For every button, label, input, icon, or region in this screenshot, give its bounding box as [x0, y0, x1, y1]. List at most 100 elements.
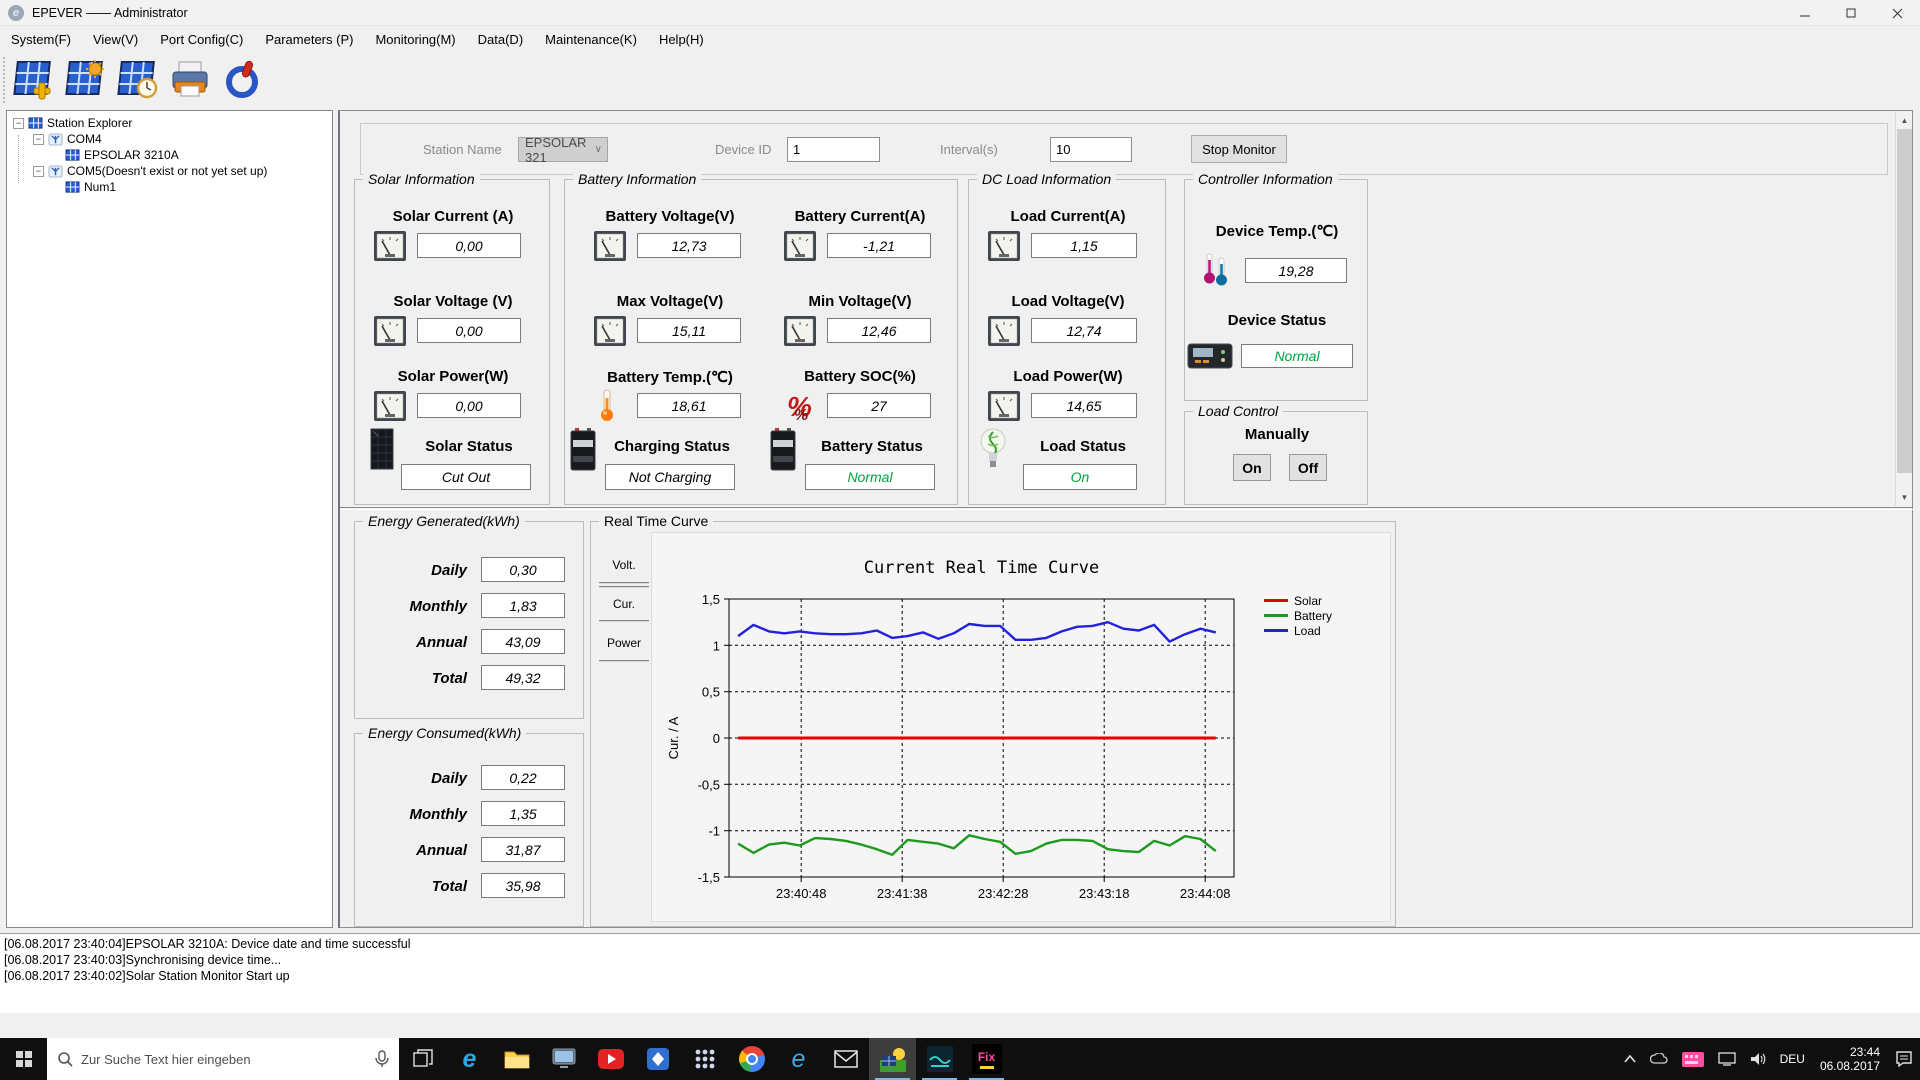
minimize-button[interactable] [1782, 0, 1828, 26]
menu-system[interactable]: System(F) [0, 26, 82, 52]
maximize-button[interactable] [1828, 0, 1874, 26]
svg-text:0: 0 [713, 731, 720, 746]
device-monitor-region: Station Name EPSOLAR 321 ∨ Device ID 1 In… [340, 111, 1913, 507]
solar-voltage-label: Solar Voltage (V) [393, 293, 513, 310]
menu-parameters[interactable]: Parameters (P) [254, 26, 364, 52]
blue-app-icon[interactable] [634, 1038, 681, 1080]
energy-generated-panel: Energy Generated(kWh) Daily 0,30 Monthly… [354, 513, 584, 719]
collapse-icon[interactable]: − [13, 117, 24, 129]
cloud-icon[interactable] [1643, 1038, 1675, 1080]
solar-panel-icon [370, 428, 394, 470]
svg-text:Cur. / A: Cur. / A [666, 716, 681, 759]
monitor-app-icon[interactable] [540, 1038, 587, 1080]
station-sun-icon[interactable] [60, 55, 112, 105]
menu-data[interactable]: Data(D) [467, 26, 535, 52]
svg-text:23:42:28: 23:42:28 [978, 886, 1029, 901]
solar-panel-icon [28, 116, 43, 129]
epever-app-button[interactable] [916, 1038, 963, 1080]
stop-monitor-button[interactable]: Stop Monitor [1191, 135, 1287, 163]
collapse-icon[interactable]: − [33, 165, 44, 177]
svg-text:23:41:38: 23:41:38 [877, 886, 928, 901]
tray-chevron-up-icon[interactable] [1617, 1038, 1643, 1080]
file-explorer-icon[interactable] [493, 1038, 540, 1080]
language-indicator[interactable]: DEU [1773, 1038, 1812, 1080]
tree-item-num1[interactable]: Num1 [7, 179, 332, 195]
tab-power[interactable]: Power [599, 626, 649, 662]
edge-icon[interactable]: e [446, 1038, 493, 1080]
scroll-up-icon[interactable]: ▲ [1896, 112, 1913, 129]
action-center-icon[interactable] [1888, 1038, 1920, 1080]
power-icon[interactable] [216, 55, 268, 105]
fix-app-button[interactable]: Fix [963, 1038, 1010, 1080]
station-name-select[interactable]: EPSOLAR 321 ∨ [518, 135, 608, 165]
meter-icon [593, 315, 627, 347]
tree-item-com5[interactable]: − COM5(Doesn't exist or not yet set up) [7, 163, 332, 179]
device-status-value: Normal [1241, 344, 1353, 368]
menu-view[interactable]: View(V) [82, 26, 149, 52]
network-icon[interactable] [1711, 1038, 1743, 1080]
load-on-button[interactable]: On [1233, 454, 1271, 481]
load-voltage-label: Load Voltage(V) [1011, 293, 1125, 310]
tree-item-com4[interactable]: − COM4 [7, 131, 332, 147]
solar-current-value: 0,00 [417, 233, 521, 258]
volume-icon[interactable] [1743, 1038, 1773, 1080]
ie-icon[interactable]: e [775, 1038, 822, 1080]
annual-generated-value: 43,09 [481, 629, 565, 654]
close-button[interactable] [1874, 0, 1920, 26]
clock-date: 06.08.2017 [1819, 1059, 1880, 1073]
monthly-label: Monthly [409, 806, 468, 823]
mail-icon[interactable] [822, 1038, 869, 1080]
event-log: [06.08.2017 23:40:04]EPSOLAR 3210A: Devi… [0, 933, 1920, 1013]
tab-volt[interactable]: Volt. [599, 548, 649, 584]
microphone-icon[interactable] [375, 1050, 389, 1068]
grid-app-icon[interactable] [681, 1038, 728, 1080]
annual-label: Annual [416, 842, 467, 859]
taskbar-search[interactable]: Zur Suche Text hier eingeben [47, 1038, 399, 1080]
battery-current-value: -1,21 [827, 233, 931, 258]
log-line: [06.08.2017 23:40:02]Solar Station Monit… [4, 969, 290, 983]
menu-help[interactable]: Help(H) [648, 26, 715, 52]
min-voltage-label: Min Voltage(V) [808, 293, 912, 310]
device-status-label: Device Status [1227, 312, 1327, 329]
tree-guide [18, 135, 19, 183]
energy-generated-title: Energy Generated(kWh) [363, 513, 525, 529]
energy-consumed-title: Energy Consumed(kWh) [363, 725, 527, 741]
scroll-down-icon[interactable]: ▼ [1896, 489, 1913, 506]
battery-temp-value: 18,61 [637, 393, 741, 418]
device-id-field[interactable]: 1 [787, 137, 880, 162]
daily-consumed-value: 0,22 [481, 765, 565, 790]
vertical-scrollbar[interactable]: ▲ ▼ [1895, 112, 1912, 506]
interval-field[interactable]: 10 [1050, 137, 1132, 162]
add-station-icon[interactable] [8, 55, 60, 105]
menu-monitoring[interactable]: Monitoring(M) [364, 26, 466, 52]
battery-status-value: Normal [805, 464, 935, 490]
battery-information-panel: Battery Information Battery Voltage(V) 1… [564, 171, 958, 505]
solar-information-title: Solar Information [363, 171, 480, 187]
battery-temp-label: Battery Temp.(℃) [607, 369, 733, 386]
monthly-label: Monthly [409, 598, 468, 615]
device-id-label: Device ID [715, 142, 772, 157]
menu-maintenance[interactable]: Maintenance(K) [534, 26, 648, 52]
load-off-button[interactable]: Off [1289, 454, 1327, 481]
tree-item-station-explorer[interactable]: − Station Explorer [7, 115, 332, 131]
svg-text:-1: -1 [708, 824, 720, 839]
station-clock-icon[interactable] [112, 55, 164, 105]
taskbar-clock[interactable]: 23:44 06.08.2017 [1812, 1045, 1888, 1073]
media-app-icon[interactable] [587, 1038, 634, 1080]
scrollbar-thumb[interactable] [1897, 129, 1912, 473]
touch-keyboard-icon[interactable] [1675, 1038, 1711, 1080]
tab-cur[interactable]: Cur. [599, 586, 649, 622]
start-button[interactable] [0, 1038, 47, 1080]
collapse-icon[interactable]: − [33, 133, 44, 145]
print-icon[interactable] [164, 55, 216, 105]
real-time-curve-panel: Real Time Curve Volt. Cur. Power Current… [590, 513, 1396, 927]
solar-monitor-app-button[interactable] [869, 1038, 916, 1080]
task-view-button[interactable] [399, 1038, 446, 1080]
tree-item-epsolar-3210a[interactable]: EPSOLAR 3210A [7, 147, 332, 163]
chrome-icon[interactable] [728, 1038, 775, 1080]
bulb-icon [980, 428, 1006, 468]
menu-port-config[interactable]: Port Config(C) [149, 26, 254, 52]
load-current-label: Load Current(A) [1010, 208, 1126, 225]
solar-information-panel: Solar Information Solar Current (A) 0,00… [354, 171, 550, 505]
battery-icon [570, 427, 596, 471]
